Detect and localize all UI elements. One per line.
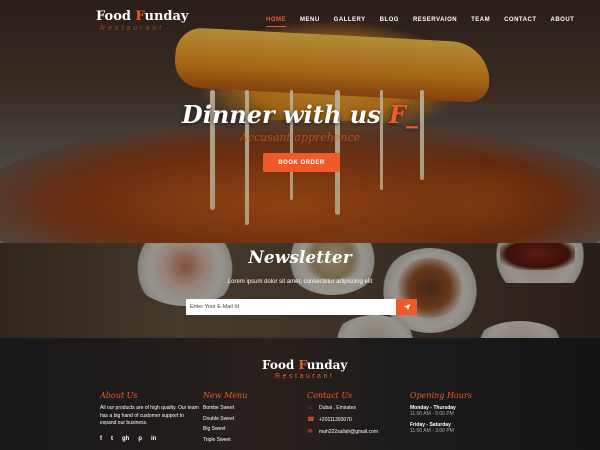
footer-about: About Us All our products are of high qu… (100, 391, 200, 442)
menu-item[interactable]: Double Sweet (203, 416, 283, 424)
nav-team[interactable]: Team (471, 17, 490, 23)
main-nav: Home Menu Gallery Blog Reservaion Team C… (266, 17, 574, 27)
github-icon[interactable]: gh (122, 436, 129, 442)
hours-time: 11:00 AM - 5:00 PM (410, 411, 454, 417)
linkedin-icon[interactable]: in (151, 436, 156, 442)
menu-item[interactable]: Bombe Sweet (203, 405, 283, 413)
hero-section: Food Funday Restaurant Home Menu Gallery… (0, 0, 600, 243)
phone-icon: ☎ (307, 417, 315, 423)
nav-contact[interactable]: Contact (504, 17, 536, 23)
footer-brand-tagline: Restaurant (275, 373, 335, 380)
twitter-icon[interactable]: t (111, 436, 113, 442)
menu-heading: New Menu (203, 391, 248, 400)
brand-tagline: Restaurant (100, 25, 165, 32)
hero-subtitle: Accusant apprehence (239, 131, 361, 144)
brand-name: Food Funday (96, 9, 189, 24)
hours-heading: Opening Hours (410, 391, 472, 400)
newsletter-text: Lorem ipsum dolor sit amet, consectetur … (227, 279, 373, 285)
nav-menu[interactable]: Menu (300, 17, 320, 23)
pinterest-icon[interactable]: p (138, 436, 142, 442)
about-text: All our products are of high quality. Ou… (100, 405, 199, 426)
footer-logo[interactable]: Food Funday Restaurant (262, 358, 347, 380)
newsletter-section: Newsletter Lorem ipsum dolor sit amet, c… (0, 243, 600, 338)
paper-plane-icon (403, 304, 410, 310)
footer-brand-name: Food Funday (262, 358, 348, 372)
contact-phone[interactable]: ☎ +20111393070 (307, 417, 397, 423)
contact-address: ⌂ Dubai , Emirates (308, 405, 356, 411)
nav-home[interactable]: Home (266, 17, 286, 27)
newsletter-form (186, 299, 417, 315)
about-heading: About Us (100, 391, 138, 400)
menu-item[interactable]: Triple Sweet (203, 437, 283, 445)
hero-title: Dinner with us F_ (181, 100, 419, 129)
nav-about[interactable]: About (550, 17, 574, 23)
contact-email[interactable]: ✉ mah222sallah@gmail.com (307, 429, 397, 435)
social-links: f t gh p in (100, 436, 200, 442)
newsletter-title: Newsletter (248, 248, 352, 268)
footer: Food Funday Restaurant About Us All our … (0, 338, 600, 450)
contact-heading: Contact Us (307, 391, 353, 400)
book-order-button[interactable]: BOOK ORDER (263, 153, 340, 172)
home-icon: ⌂ (308, 405, 312, 411)
hours-time: 11:00 AM - 3:00 PM (410, 428, 454, 434)
brand-logo[interactable]: Food Funday Restaurant (96, 9, 189, 32)
facebook-icon[interactable]: f (100, 436, 102, 442)
nav-gallery[interactable]: Gallery (334, 17, 366, 23)
email-field[interactable] (186, 299, 396, 315)
nav-reservation[interactable]: Reservaion (413, 17, 457, 23)
footer-menu: New Menu Bombe Sweet Double Sweet Big Sw… (203, 391, 283, 447)
nav-blog[interactable]: Blog (380, 17, 399, 23)
footer-hours: Opening Hours Monday - Thursday 11:00 AM… (410, 391, 500, 439)
menu-item[interactable]: Big Sweet (203, 426, 283, 434)
envelope-icon: ✉ (307, 429, 313, 435)
subscribe-button[interactable] (396, 299, 417, 315)
footer-contact: Contact Us ⌂ Dubai , Emirates ☎ +2011139… (307, 391, 397, 441)
